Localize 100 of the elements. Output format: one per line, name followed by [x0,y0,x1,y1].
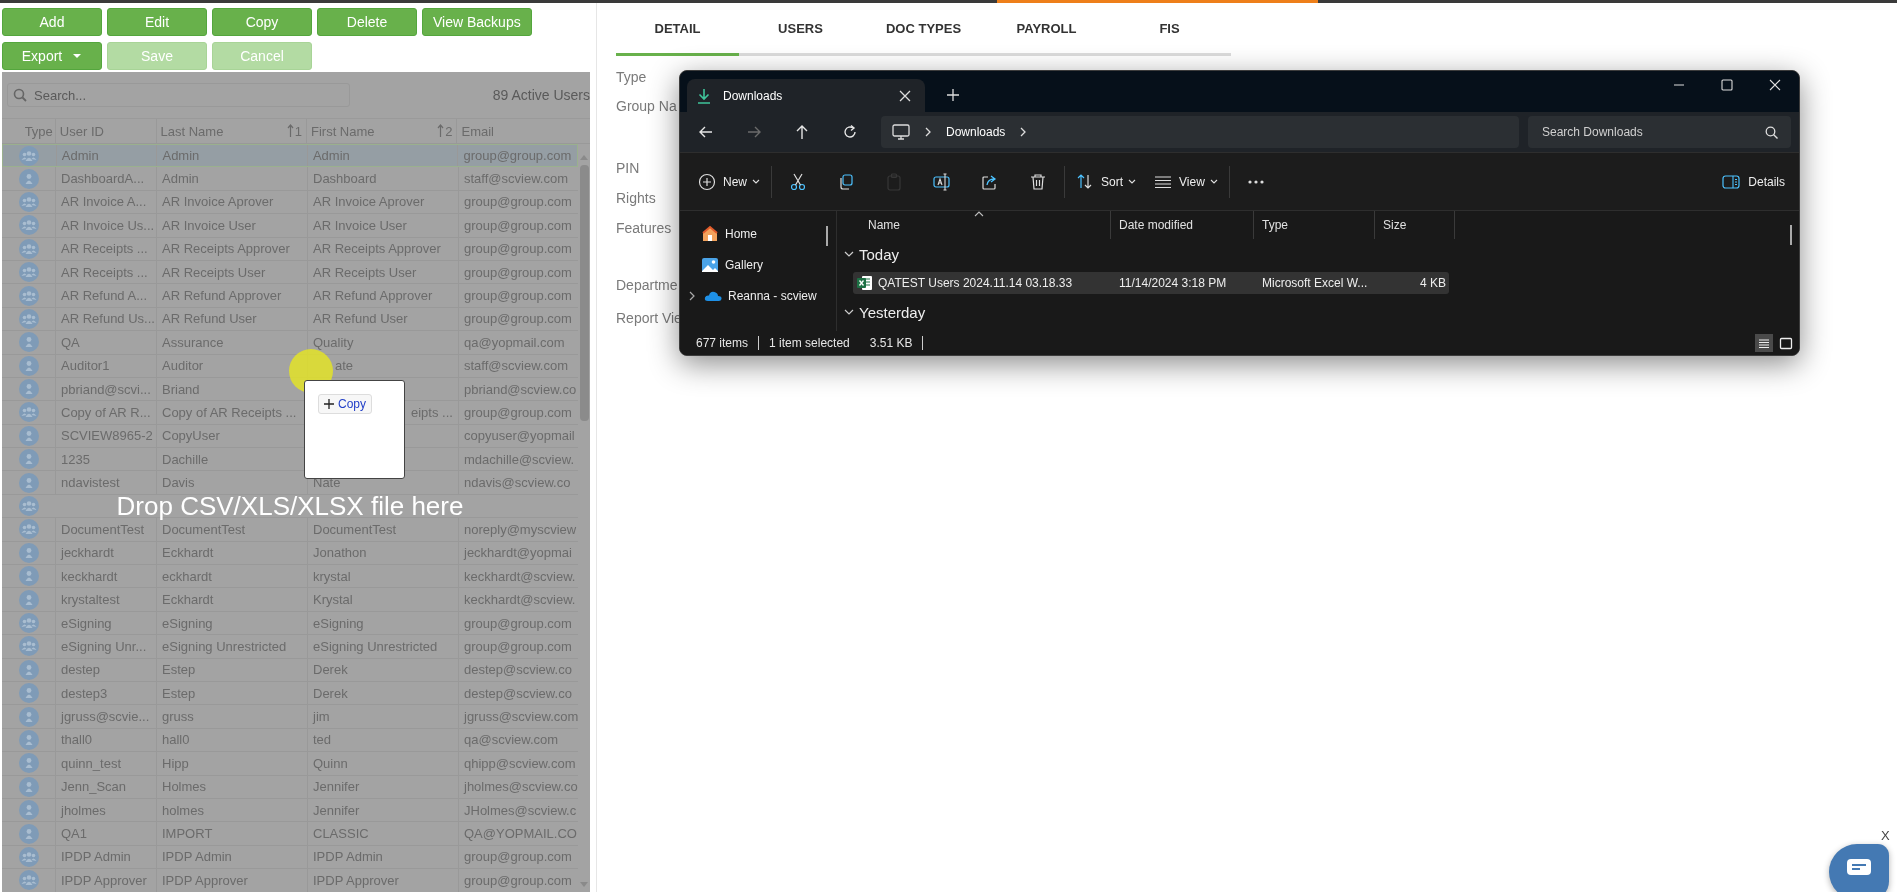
toolbar-button[interactable]: Edit [107,8,207,36]
table-row[interactable]: IPDP Approver IPDP Approver IPDP Approver group@group.com [2,869,578,892]
table-cell: keckhardt@scview. [464,592,576,608]
status-text: 3.51 KB [869,336,924,350]
toolbar-button[interactable]: Add [2,8,102,36]
toolbar-button[interactable]: View Backups [422,8,532,36]
status-text: 677 items [696,336,760,350]
table-cell: Jennifer [313,802,360,818]
table-cell: Estep [162,685,196,701]
tab[interactable]: DETAIL [616,3,739,56]
breadcrumb[interactable]: Downloads [946,125,1006,139]
table-cell: noreply@myscview [464,521,577,537]
column-header[interactable]: User ID [54,119,156,143]
toolbar-button[interactable]: Delete [317,8,417,36]
table-row[interactable]: QA1 IMPORT CLASSIC QA@YOPMAIL.CO [2,822,578,846]
table-cell: AR Receipts User [162,264,266,280]
dropdown-button[interactable]: View [1145,172,1227,191]
table-cell: destep3 [61,685,108,701]
column-header[interactable]: Email [456,119,590,143]
file-row[interactable]: QATEST Users 2024.11.14 03.18.33 11/14/2024 3:18 PM Microsoft Excel W... 4 KB [853,272,1449,294]
table-cell: staff@scview.com [464,171,568,187]
column-header[interactable]: Date modified [1110,211,1253,239]
column-header[interactable]: Type [2,119,55,143]
dropdown-button[interactable]: New [689,172,769,191]
table-cell: quinn_test [61,755,121,771]
table-cell: keckhardt@scview. [464,568,576,584]
table-cell: DashboardA... [61,171,145,187]
table-row[interactable]: AR Invoice A... AR Invoice Aprover AR Invoice Aprover group@group.com [2,190,578,215]
table-row[interactable]: jholmes holmes Jennifer JHolmes@scview.c [2,798,578,823]
table-row[interactable]: thall0 hall0 ted qa@scview.com [2,728,578,753]
table-row[interactable]: krystaltest Eckhardt Krystal keckhardt@scview. [2,588,578,612]
window-tab[interactable]: Downloads [687,79,925,112]
table-row[interactable]: jeckhardt Eckhardt Jonathon jeckhardt@yopmai [2,541,578,566]
toolbar-button[interactable]: Copy [212,8,312,36]
table-row[interactable]: IPDP Admin IPDP Admin IPDP Admin group@group.com [2,845,578,870]
tab[interactable]: PAYROLL [985,3,1108,56]
table-cell: destep@scview.co [464,685,572,701]
column-header[interactable]: First Name 2 [306,119,457,143]
nav-item[interactable]: Gallery [680,249,836,280]
table-cell: eSigning [61,615,112,631]
table-row[interactable]: QA Assurance Quality qa@yopmail.com [2,331,578,355]
table-cell: JHolmes@scview.c [464,802,577,818]
table-row[interactable]: eSigning eSigning eSigning group@group.com [2,611,578,636]
table-cell: Dashboard [313,171,377,187]
close-button[interactable]: X [1881,828,1890,843]
column-header[interactable]: Size [1374,211,1455,239]
table-row[interactable]: destep Estep Derek destep@scview.co [2,658,578,682]
table-row[interactable]: quinn_test Hipp Quinn qhipp@scview.com [2,752,578,776]
table-cell: group@group.com [464,264,572,280]
table-cell: group@group.com [464,405,572,420]
table-cell: eSigning [313,615,364,631]
group-header[interactable]: Today [837,239,1799,269]
address-bar[interactable]: Downloads [881,116,1519,148]
file-name: QATEST Users 2024.11.14 03.18.33 [878,276,1073,290]
table-cell: IMPORT [162,826,213,841]
status-text: 1 item selected [769,336,851,350]
column-header[interactable]: Name [837,211,1110,239]
dropdown-button[interactable]: Sort [1067,172,1146,191]
table-row[interactable]: eSigning Unr... eSigning Unrestricted eSigning Unrestricted group@group.com [2,635,578,659]
table-cell: Assurance [162,334,224,350]
table-cell: group@group.com [464,849,572,865]
table-row[interactable]: Admin Admin Admin group@group.com [2,144,578,168]
tab[interactable]: USERS [739,3,862,56]
table-cell: Derek [313,662,348,678]
search-field[interactable]: Search... [7,83,350,107]
table-row[interactable]: AR Receipts ... AR Receipts User AR Receipts User group@group.com [2,260,578,285]
table-row[interactable]: AR Refund Us... AR Refund User AR Refund User group@group.com [2,307,578,332]
tab[interactable]: DOC TYPES [862,3,985,56]
table-cell: Copy of AR R... [61,405,151,420]
table-row[interactable]: keckhardt eckhardt krystal keckhardt@scview. [2,565,578,589]
column-header[interactable]: Last Name 1 [155,119,306,143]
table-row[interactable]: AR Receipts ... AR Receipts Approver AR Receipts Approver group@group.com [2,237,578,261]
table-row[interactable]: AR Refund A... AR Refund Approver AR Refund Approver group@group.com [2,284,578,308]
table-cell: Holmes [162,779,207,795]
group-header[interactable]: Yesterday [837,297,1799,327]
table-cell: Admin [61,148,99,164]
column-header[interactable]: Type [1253,211,1374,239]
table-cell: AR Receipts ... [61,264,148,280]
table-cell: Briand [162,381,200,397]
table-cell: jgruss@scview.com [464,709,578,725]
table-cell: Jennifer [313,779,360,795]
table-row[interactable]: DashboardA... Admin Dashboard staff@scview.com [2,167,578,191]
sort-indicator[interactable]: 2 [437,123,453,139]
table-row[interactable]: Jenn_Scan Holmes Jennifer jholmes@scview.co [2,775,578,799]
table-cell: group@group.com [464,872,572,888]
user-count: 89 Active Users [492,87,590,103]
details-button[interactable]: Details [1722,174,1785,189]
sort-indicator[interactable]: 1 [286,123,302,139]
table-cell: hall0 [162,732,190,748]
tab[interactable]: FIS [1108,3,1231,56]
search-field[interactable]: Search Downloads [1528,116,1791,148]
dropdown-button[interactable]: Export [2,42,102,70]
table-cell: Eckhardt [162,592,214,608]
table-cell: Admin [162,148,200,164]
nav-item[interactable]: Reanna - scview [680,280,836,311]
table-cell: AR Receipts ... [61,241,148,257]
table-row[interactable]: jgruss@scvie... gruss jim jgruss@scview.com [2,705,578,729]
table-cell-text: Microsoft Excel W... [1261,276,1369,290]
table-row[interactable]: destep3 Estep Derek destep@scview.co [2,682,578,706]
nav-item[interactable]: Home [680,218,836,249]
